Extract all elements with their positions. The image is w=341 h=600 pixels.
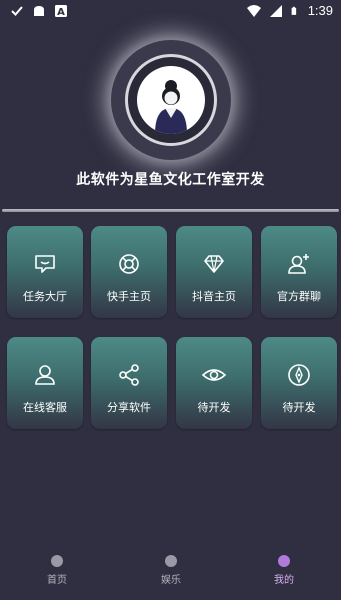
share-icon xyxy=(119,364,139,386)
nav-home[interactable]: 首页 xyxy=(27,555,87,586)
chat-box-icon xyxy=(35,255,55,273)
status-time: 1:39 xyxy=(307,3,333,18)
nav-entertainment[interactable]: 娱乐 xyxy=(141,555,201,586)
home-icon xyxy=(51,555,63,567)
tile-online-service[interactable]: 在线客服 xyxy=(7,337,83,429)
tile-task-hall[interactable]: 任务大厅 xyxy=(7,226,83,318)
tile-label: 官方群聊 xyxy=(277,290,321,303)
tile-label: 任务大厅 xyxy=(23,290,67,303)
tile-label: 待开发 xyxy=(282,401,316,414)
battery-icon xyxy=(291,6,296,15)
app-screen: A 1:39 此软件为星鱼文化工作室开发 任务大厅 快手主页 抖音主页 官方群聊… xyxy=(0,0,341,600)
add-user-icon xyxy=(288,254,309,274)
tile-kuaishou-home[interactable]: 快手主页 xyxy=(91,226,167,318)
tile-pending-2[interactable]: 待开发 xyxy=(261,337,337,429)
check-icon xyxy=(11,6,23,16)
divider xyxy=(2,209,339,212)
eye-icon xyxy=(202,369,226,381)
avatar[interactable] xyxy=(137,66,205,134)
lifebuoy-icon xyxy=(119,254,139,274)
svg-text:A: A xyxy=(57,7,65,18)
tile-pending-1[interactable]: 待开发 xyxy=(176,337,252,429)
tile-label: 快手主页 xyxy=(107,290,151,303)
a-badge-icon: A xyxy=(55,5,67,18)
tile-label: 分享软件 xyxy=(107,401,151,414)
status-bar: A 1:39 xyxy=(0,0,341,24)
tile-label: 在线客服 xyxy=(23,401,67,414)
nav-profile[interactable]: 我的 xyxy=(254,555,314,586)
nav-label: 娱乐 xyxy=(161,575,181,586)
avatar-area xyxy=(101,30,241,170)
avatar-silhouette-icon xyxy=(155,80,187,134)
user-icon xyxy=(35,365,55,385)
diamond-icon xyxy=(204,255,224,273)
tile-douyin-home[interactable]: 抖音主页 xyxy=(176,226,252,318)
nav-label: 我的 xyxy=(274,575,294,586)
entertainment-icon xyxy=(165,555,177,567)
tile-share-app[interactable]: 分享软件 xyxy=(91,337,167,429)
compass-icon xyxy=(288,364,310,386)
tile-official-group[interactable]: 官方群聊 xyxy=(261,226,337,318)
nav-label: 首页 xyxy=(47,575,67,586)
profile-icon xyxy=(278,555,290,567)
tile-label: 抖音主页 xyxy=(192,290,236,303)
signal-icon xyxy=(269,4,282,17)
bottom-nav: 首页 娱乐 我的 xyxy=(0,550,341,600)
developer-subtitle: 此软件为星鱼文化工作室开发 xyxy=(76,172,265,188)
wifi-icon xyxy=(246,4,261,17)
android-icon xyxy=(34,6,44,16)
tile-label: 待开发 xyxy=(197,401,231,414)
